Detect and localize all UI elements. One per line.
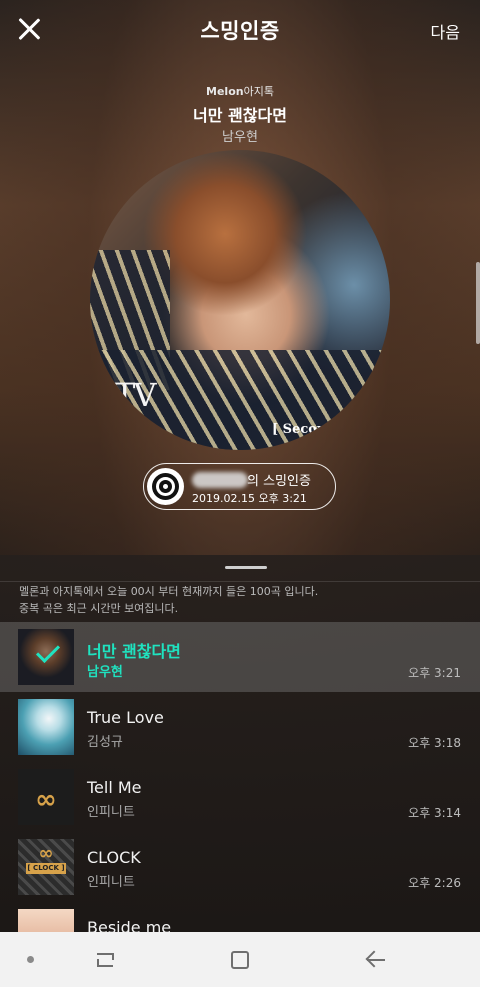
notice-text: 멜론과 아지톡에서 오늘 00시 부터 현재까지 들은 100곡 입니다. 중복… — [19, 583, 318, 617]
melon-logo: Melon — [206, 85, 244, 98]
nav-dot-icon[interactable] — [27, 956, 34, 963]
album-logo-mark: TV — [114, 376, 156, 414]
disc-icon — [147, 468, 184, 505]
song-artist: 남우현 — [222, 130, 258, 145]
album-tag: [ CLOCK ] — [26, 863, 66, 874]
song-row-time: 오후 2:26 — [408, 876, 461, 890]
song-row[interactable]: ∞ Tell Me 인피니트 오후 3:14 — [0, 762, 480, 832]
album-thumbnail — [18, 629, 74, 685]
song-row-selected[interactable]: 너만 괜찮다면 남우현 오후 3:21 — [0, 622, 480, 692]
song-row-title: Tell Me — [87, 778, 142, 797]
ajitalk-label: 아지톡 — [243, 85, 274, 98]
song-row-title: True Love — [87, 708, 164, 727]
song-row-title: CLOCK — [87, 848, 141, 867]
blurred-username — [192, 472, 248, 488]
badge-date: 2019.02.15 오후 3:21 — [192, 492, 307, 505]
song-row-title: Beside me — [87, 918, 172, 932]
song-row-artist: 인피니트 — [87, 805, 135, 820]
song-row[interactable]: ∞ [ CLOCK ] CLOCK 인피니트 오후 2:26 — [0, 832, 480, 902]
infinity-icon: ∞ — [38, 843, 54, 864]
album-thumbnail: ∞ — [18, 769, 74, 825]
song-row-artist: 인피니트 — [87, 875, 135, 890]
home-icon[interactable] — [231, 951, 249, 969]
song-row[interactable]: Beside me — [0, 902, 480, 932]
header: 스밍인증 다음 — [0, 0, 480, 58]
streaming-badge: 의 스밍인증 2019.02.15 오후 3:21 — [143, 463, 336, 510]
next-button[interactable]: 다음 — [431, 19, 460, 43]
album-thumbnail: ∞ [ CLOCK ] — [18, 839, 74, 895]
song-row-artist: 남우현 — [87, 665, 123, 680]
scroll-indicator[interactable] — [476, 262, 480, 344]
song-list: 너만 괜찮다면 남우현 오후 3:21 True Love 김성규 오후 3:1… — [0, 622, 480, 932]
album-art: TV [ Second — [90, 150, 390, 450]
album-caption: [ Second — [272, 422, 336, 437]
page-title: 스밍인증 — [200, 19, 280, 43]
system-nav-bar — [0, 932, 480, 987]
album-thumbnail — [18, 909, 74, 932]
recent-apps-icon[interactable] — [95, 950, 117, 970]
album-thumbnail — [18, 699, 74, 755]
song-row-artist: 김성규 — [87, 735, 123, 750]
drag-handle[interactable] — [225, 566, 267, 569]
notice-line: 멜론과 아지톡에서 오늘 00시 부터 현재까지 들은 100곡 입니다. — [19, 585, 319, 598]
song-row-time: 오후 3:14 — [408, 806, 461, 820]
infinity-icon: ∞ — [35, 785, 57, 815]
song-title: 너만 괜찮다면 — [193, 106, 287, 125]
song-row-time: 오후 3:18 — [408, 736, 461, 750]
back-arrow-icon[interactable] — [365, 950, 387, 970]
song-row-title: 너만 괜찮다면 — [87, 642, 181, 661]
song-list-sheet: 멜론과 아지톡에서 오늘 00시 부터 현재까지 들은 100곡 입니다. 중복… — [0, 555, 480, 932]
app-screen: 스밍인증 다음 Melon아지톡 너만 괜찮다면 남우현 TV [ Second… — [0, 0, 480, 932]
notice-line: 중복 곡은 최근 시간만 보여집니다. — [19, 602, 179, 615]
divider — [0, 581, 480, 582]
song-row-time: 오후 3:21 — [408, 666, 461, 680]
song-row[interactable]: True Love 김성규 오후 3:18 — [0, 692, 480, 762]
brand-label: Melon아지톡 — [0, 83, 480, 99]
badge-label: 의 스밍인증 — [247, 474, 311, 489]
